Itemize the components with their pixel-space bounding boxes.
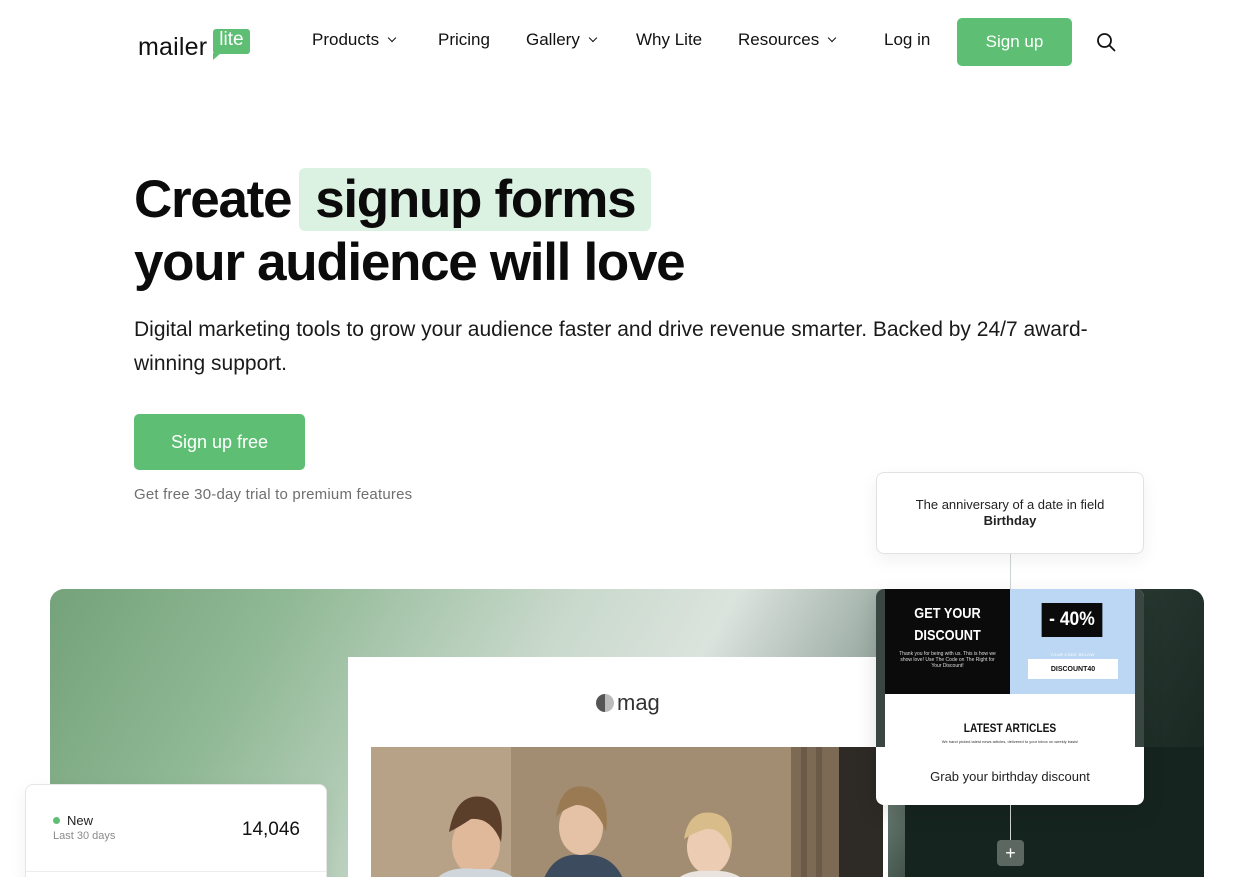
hero-title-prefix: Create — [134, 170, 292, 229]
email-caption: Grab your birthday discount — [930, 769, 1090, 784]
search-icon[interactable] — [1096, 32, 1116, 52]
nav-gallery[interactable]: Gallery — [526, 30, 598, 50]
stats-value: 14,046 — [241, 819, 300, 840]
hero-title: Create signup forms your audience will lo… — [134, 168, 686, 294]
chevron-down-icon — [387, 33, 397, 43]
email-fine-print: Thank you for being with us. This is how… — [899, 651, 996, 669]
hero-title-line1: Create signup forms — [134, 168, 684, 231]
nav-resources-label: Resources — [738, 30, 820, 49]
discount-percent: - 40% — [1041, 603, 1103, 637]
nav-why-lite[interactable]: Why Lite — [636, 30, 702, 50]
top-navigation: mailer lite Products Pricing Gallery Why… — [0, 0, 1254, 84]
hero-title-line2: your audience will love — [134, 233, 686, 292]
trigger-field: Birthday — [983, 513, 1037, 528]
articles-line: We hand picked latest news articles, del… — [941, 739, 1079, 744]
mailerlite-logo[interactable]: mailer lite — [138, 20, 250, 60]
nav-products-label: Products — [312, 30, 380, 49]
logo-wordmark: mailer — [138, 33, 208, 61]
articles-title: LATEST ARTICLES — [963, 721, 1057, 735]
trigger-card[interactable]: The anniversary of a date in field Birth… — [876, 472, 1144, 554]
trigger-text: The anniversary of a date in field — [915, 497, 1105, 512]
nav-pricing[interactable]: Pricing — [438, 30, 490, 50]
trigger-text-wrap: The anniversary of a date in field Birth… — [907, 497, 1113, 529]
email-step-card[interactable]: GET YOUR DISCOUNT Thank you for being wi… — [876, 589, 1144, 805]
login-link[interactable]: Log in — [884, 30, 930, 50]
chevron-down-icon — [588, 33, 598, 43]
signup-button[interactable]: Sign up — [957, 18, 1072, 66]
hero-subtitle: Digital marketing tools to grow your aud… — [134, 318, 1088, 375]
signup-free-button[interactable]: Sign up free — [134, 414, 305, 470]
code-label: YOUR CODE BELOW — [1050, 652, 1095, 657]
hero-title-highlight: signup forms — [299, 168, 652, 231]
login-label: Log in — [884, 30, 931, 49]
newsletter-photo — [371, 747, 883, 877]
nav-pricing-label: Pricing — [438, 30, 490, 49]
nav-why-lite-label: Why Lite — [636, 30, 703, 49]
email-articles-section: LATEST ARTICLES We hand picked latest ne… — [885, 694, 1135, 747]
people-photo-illustration — [371, 747, 883, 877]
stats-label: New — [67, 813, 94, 828]
subscriber-stats-card: New Last 30 days 14,046 — [25, 784, 327, 877]
stats-row: New Last 30 days 14,046 — [26, 785, 326, 872]
stats-period: Last 30 days — [53, 830, 116, 842]
email-headline: GET YOUR DISCOUNT — [914, 605, 981, 644]
discount-code: DISCOUNT40 — [1028, 659, 1118, 679]
mag-logo-mark — [596, 694, 614, 712]
email-hero-left: GET YOUR DISCOUNT Thank you for being wi… — [885, 589, 1010, 694]
status-dot — [53, 817, 60, 824]
email-hero-right: - 40% YOUR CODE BELOW DISCOUNT40 — [1010, 589, 1135, 694]
logo-badge: lite — [213, 29, 250, 60]
chevron-down-icon — [828, 33, 837, 43]
mag-logo-text: mag — [617, 690, 660, 715]
plus-icon[interactable]: + — [997, 840, 1024, 866]
trial-note: Get free 30-day trial to premium feature… — [134, 486, 413, 503]
nav-products[interactable]: Products — [312, 30, 397, 50]
nav-gallery-label: Gallery — [526, 30, 580, 49]
mag-logo: mag — [596, 690, 660, 716]
email-preview: GET YOUR DISCOUNT Thank you for being wi… — [876, 589, 1144, 747]
nav-resources[interactable]: Resources — [738, 30, 837, 50]
